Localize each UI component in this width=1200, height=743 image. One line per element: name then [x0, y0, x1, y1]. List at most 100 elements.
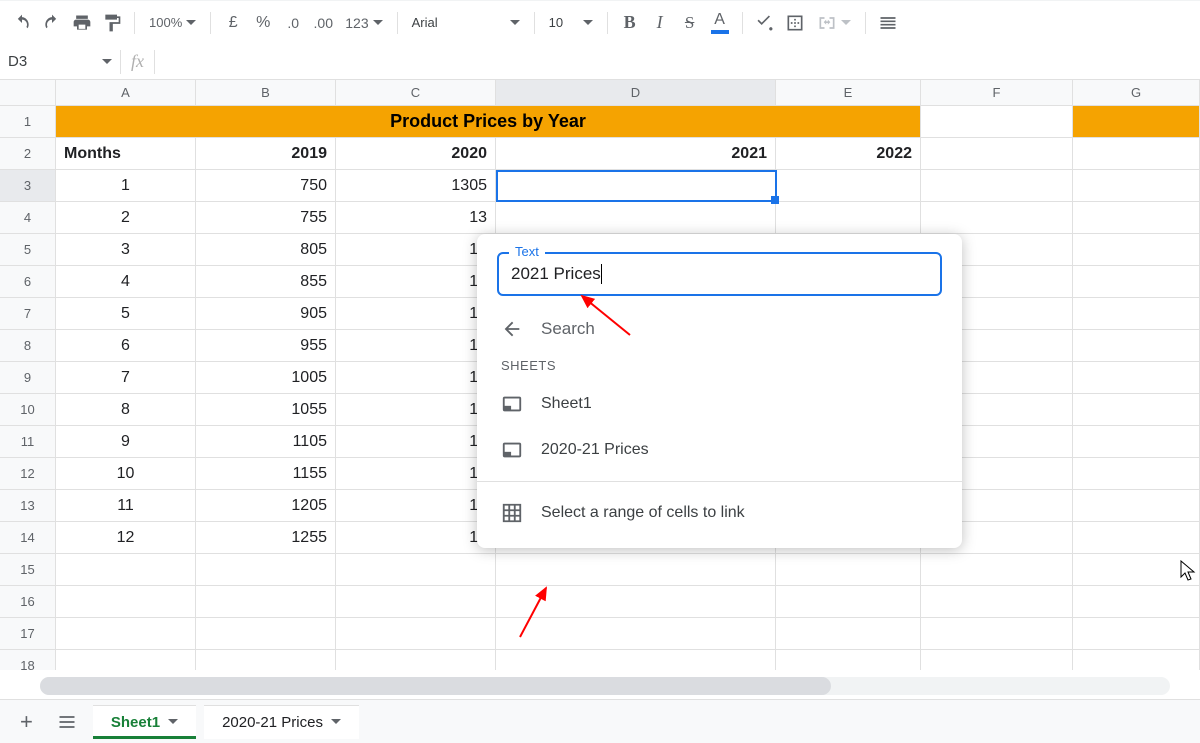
italic-button[interactable]: I — [646, 9, 674, 37]
cell[interactable] — [1073, 362, 1200, 394]
row-header[interactable]: 4 — [0, 202, 56, 234]
cell[interactable] — [196, 586, 336, 618]
increase-decimal-button[interactable]: .00 — [309, 9, 337, 37]
cell[interactable]: 2021 — [496, 138, 776, 170]
cell[interactable] — [921, 106, 1073, 138]
cell[interactable]: 11 — [56, 490, 196, 522]
cell[interactable] — [776, 202, 921, 234]
cell[interactable] — [496, 650, 776, 670]
cell[interactable]: 8 — [56, 394, 196, 426]
cell[interactable] — [1073, 650, 1200, 670]
cell[interactable] — [776, 618, 921, 650]
cell[interactable]: 1 — [56, 170, 196, 202]
cell[interactable]: 955 — [196, 330, 336, 362]
strikethrough-button[interactable]: S — [676, 9, 704, 37]
fill-color-button[interactable] — [751, 9, 779, 37]
cell[interactable] — [921, 202, 1073, 234]
merge-cells-dropdown[interactable] — [811, 13, 857, 33]
cell[interactable]: 16 — [336, 362, 496, 394]
borders-button[interactable] — [781, 9, 809, 37]
row-header[interactable]: 7 — [0, 298, 56, 330]
row-header[interactable]: 3 — [0, 170, 56, 202]
bold-button[interactable]: B — [616, 9, 644, 37]
cell[interactable] — [776, 554, 921, 586]
column-header-f[interactable]: F — [921, 80, 1073, 106]
text-color-button[interactable]: A — [706, 9, 734, 37]
cell[interactable] — [1073, 170, 1200, 202]
redo-button[interactable] — [38, 9, 66, 37]
paint-format-button[interactable] — [98, 9, 126, 37]
cell[interactable]: 13 — [336, 202, 496, 234]
row-header[interactable]: 18 — [0, 650, 56, 670]
cell[interactable] — [1073, 234, 1200, 266]
cell[interactable] — [1073, 298, 1200, 330]
print-button[interactable] — [68, 9, 96, 37]
add-sheet-button[interactable]: + — [12, 709, 41, 735]
cell[interactable] — [1073, 138, 1200, 170]
cell[interactable]: 2020 — [336, 138, 496, 170]
cell[interactable]: 1055 — [196, 394, 336, 426]
cell[interactable]: 9 — [56, 426, 196, 458]
cell[interactable] — [496, 554, 776, 586]
cell[interactable] — [1073, 618, 1200, 650]
number-format-dropdown[interactable]: 123 — [339, 15, 388, 31]
cell[interactable] — [776, 170, 921, 202]
cell[interactable] — [776, 650, 921, 670]
cell[interactable] — [336, 554, 496, 586]
name-box[interactable]: D3 — [0, 47, 120, 77]
sheet-option-2020-21[interactable]: 2020-21 Prices — [497, 427, 942, 473]
cell[interactable]: 15 — [336, 330, 496, 362]
tab-2020-21-prices[interactable]: 2020-21 Prices — [204, 705, 359, 739]
cell[interactable] — [1073, 522, 1200, 554]
column-header-e[interactable]: E — [776, 80, 921, 106]
cell[interactable] — [196, 554, 336, 586]
row-header[interactable]: 6 — [0, 266, 56, 298]
cell[interactable] — [56, 586, 196, 618]
undo-button[interactable] — [8, 9, 36, 37]
cell[interactable]: 1005 — [196, 362, 336, 394]
cell[interactable] — [1073, 202, 1200, 234]
row-header[interactable]: 10 — [0, 394, 56, 426]
column-header-a[interactable]: A — [56, 80, 196, 106]
select-all-corner[interactable] — [0, 80, 56, 106]
cell[interactable]: 805 — [196, 234, 336, 266]
cell[interactable] — [496, 586, 776, 618]
cell[interactable]: 14 — [336, 266, 496, 298]
cell[interactable] — [776, 586, 921, 618]
row-header[interactable]: 13 — [0, 490, 56, 522]
cell[interactable] — [1073, 266, 1200, 298]
cell[interactable] — [921, 650, 1073, 670]
cell[interactable] — [56, 650, 196, 670]
cell[interactable]: 1255 — [196, 522, 336, 554]
cell[interactable] — [336, 618, 496, 650]
cell[interactable]: 1155 — [196, 458, 336, 490]
cell[interactable] — [196, 618, 336, 650]
row-header[interactable]: 12 — [0, 458, 56, 490]
cell[interactable]: Months — [56, 138, 196, 170]
column-header-b[interactable]: B — [196, 80, 336, 106]
cell[interactable]: 2022 — [776, 138, 921, 170]
cell[interactable] — [336, 586, 496, 618]
cell[interactable]: 4 — [56, 266, 196, 298]
row-header[interactable]: 9 — [0, 362, 56, 394]
search-row[interactable]: Search — [497, 310, 942, 358]
cell[interactable] — [496, 618, 776, 650]
row-header[interactable]: 1 — [0, 106, 56, 138]
cell[interactable] — [336, 650, 496, 670]
row-header[interactable]: 8 — [0, 330, 56, 362]
cell[interactable]: 12 — [56, 522, 196, 554]
cell[interactable]: 755 — [196, 202, 336, 234]
cell[interactable] — [921, 554, 1073, 586]
fontsize-dropdown[interactable]: 10 — [543, 15, 599, 30]
select-range-option[interactable]: Select a range of cells to link — [497, 490, 942, 536]
decrease-decimal-button[interactable]: .0 — [279, 9, 307, 37]
cell[interactable]: 7 — [56, 362, 196, 394]
cell[interactable]: 6 — [56, 330, 196, 362]
cell[interactable] — [496, 202, 776, 234]
currency-button[interactable]: £ — [219, 9, 247, 37]
cell[interactable] — [1073, 426, 1200, 458]
cell[interactable]: 17 — [336, 458, 496, 490]
cell[interactable]: 2 — [56, 202, 196, 234]
cell[interactable]: 10 — [56, 458, 196, 490]
cell[interactable] — [921, 618, 1073, 650]
